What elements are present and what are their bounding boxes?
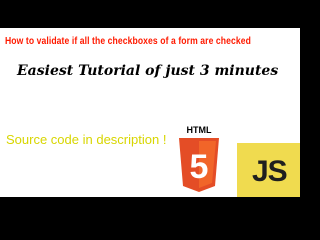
tutorial-subtitle: Easiest Tutorial of just 3 minutes — [17, 63, 279, 79]
js-label: JS — [252, 155, 288, 188]
html5-logo-icon: 5 — [179, 138, 219, 192]
html5-number: 5 — [190, 148, 209, 186]
source-code-note: Source code in description ! — [6, 132, 167, 147]
javascript-logo-icon: JS — [237, 143, 300, 197]
thumbnail-panel: How to validate if all the checkboxes of… — [0, 28, 300, 197]
thumbnail-frame: How to validate if all the checkboxes of… — [0, 0, 300, 225]
video-headline: How to validate if all the checkboxes of… — [5, 36, 251, 47]
